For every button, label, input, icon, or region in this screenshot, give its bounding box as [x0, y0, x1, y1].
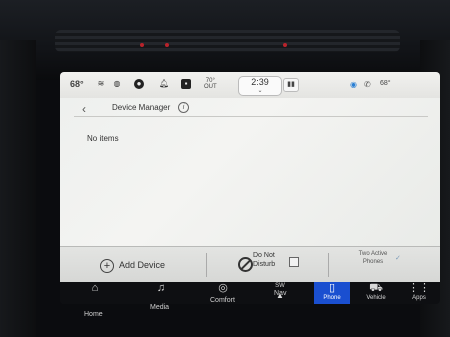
app-icon[interactable]: ▪ — [181, 79, 191, 89]
profile-icon[interactable]: ● — [134, 79, 144, 89]
phone-icon[interactable]: ✆ — [364, 80, 371, 89]
divider — [328, 253, 329, 277]
nav-apps-label: Apps — [412, 295, 426, 301]
home-icon: ⌂ — [91, 282, 99, 294]
nav-apps[interactable]: ⋮⋮ Apps — [407, 282, 431, 304]
back-button[interactable]: ‹ — [82, 102, 86, 116]
car-icon: ⛟ — [369, 282, 383, 294]
action-bar: + Add Device Do Not Disturb Two Active P… — [60, 246, 440, 283]
outside-temperature: 70° OUT — [204, 78, 217, 90]
two-active-phones-label: Two Active Phones — [358, 251, 388, 265]
add-device-label: Add Device — [119, 260, 166, 270]
nav-vehicle-label: Vehicle — [366, 295, 386, 301]
indicator-light — [283, 43, 287, 47]
nav-media-label[interactable]: Media — [150, 304, 169, 311]
nav-vehicle[interactable]: ⛟ Vehicle — [363, 282, 389, 304]
seat-heat-icon[interactable]: ≋ — [96, 79, 106, 89]
menu-icon[interactable]: ▮▮ — [283, 78, 299, 92]
dashboard-bezel-left — [0, 40, 36, 337]
bottom-navigation: ⌂ ♫ ◎ SW ▲ ▯ Phone ⛟ Vehicle ⋮⋮ Apps — [60, 282, 440, 304]
page-title: Device Manager — [112, 103, 171, 112]
outside-temp-label: OUT — [204, 84, 217, 90]
chevron-down-icon: ⌄ — [257, 88, 263, 94]
right-temperature[interactable]: 68° — [380, 80, 391, 87]
infotainment-screen: 68° ≋ ◍ ● 🔔︎ ▪ 70° OUT 2:39 ⌄ ▮▮ ◉ ✆ 68°… — [60, 72, 440, 304]
plus-icon: + — [100, 259, 114, 273]
bell-icon[interactable]: 🔔︎ — [159, 79, 169, 89]
climate-icon: ◎ — [218, 282, 228, 294]
compass-heading: SW — [275, 283, 285, 289]
phone-icon: ▯ — [328, 282, 336, 294]
indicator-light — [140, 43, 144, 47]
nav-phone-label: Phone — [323, 295, 341, 301]
divider — [74, 116, 428, 117]
divider — [206, 253, 207, 277]
do-not-disturb-icon — [238, 257, 253, 272]
check-icon[interactable]: ✓ — [395, 254, 405, 262]
status-bar: 68° ≋ ◍ ● 🔔︎ ▪ 70° OUT 2:39 ⌄ ▮▮ ◉ ✆ 68° — [60, 72, 440, 98]
nav-home-label[interactable]: Home — [84, 311, 103, 318]
do-not-disturb-checkbox[interactable] — [289, 257, 299, 267]
wifi-icon[interactable]: ◉ — [350, 80, 357, 89]
nav-comfort-label[interactable]: Comfort — [210, 297, 235, 304]
apps-grid-icon: ⋮⋮ — [408, 282, 430, 294]
nav-media[interactable]: ♫ — [148, 282, 174, 304]
air-vent — [55, 30, 400, 52]
nav-home[interactable]: ⌂ — [82, 282, 108, 304]
music-note-icon: ♫ — [156, 282, 166, 294]
info-icon[interactable]: i — [178, 102, 189, 113]
do-not-disturb-label: Do Not Disturb — [253, 252, 276, 268]
indicator-light — [165, 43, 169, 47]
cabin-temperature[interactable]: 68° — [70, 79, 84, 89]
clock-time: 2:39 — [251, 77, 269, 87]
nav-phone[interactable]: ▯ Phone — [314, 282, 350, 304]
clock[interactable]: 2:39 ⌄ — [238, 76, 282, 96]
steering-heat-icon[interactable]: ◍ — [112, 79, 122, 89]
device-manager-panel: ‹ Device Manager i No items — [60, 98, 440, 246]
nav-navigation-label[interactable]: Nav — [274, 290, 286, 297]
empty-list-message: No items — [87, 134, 119, 143]
